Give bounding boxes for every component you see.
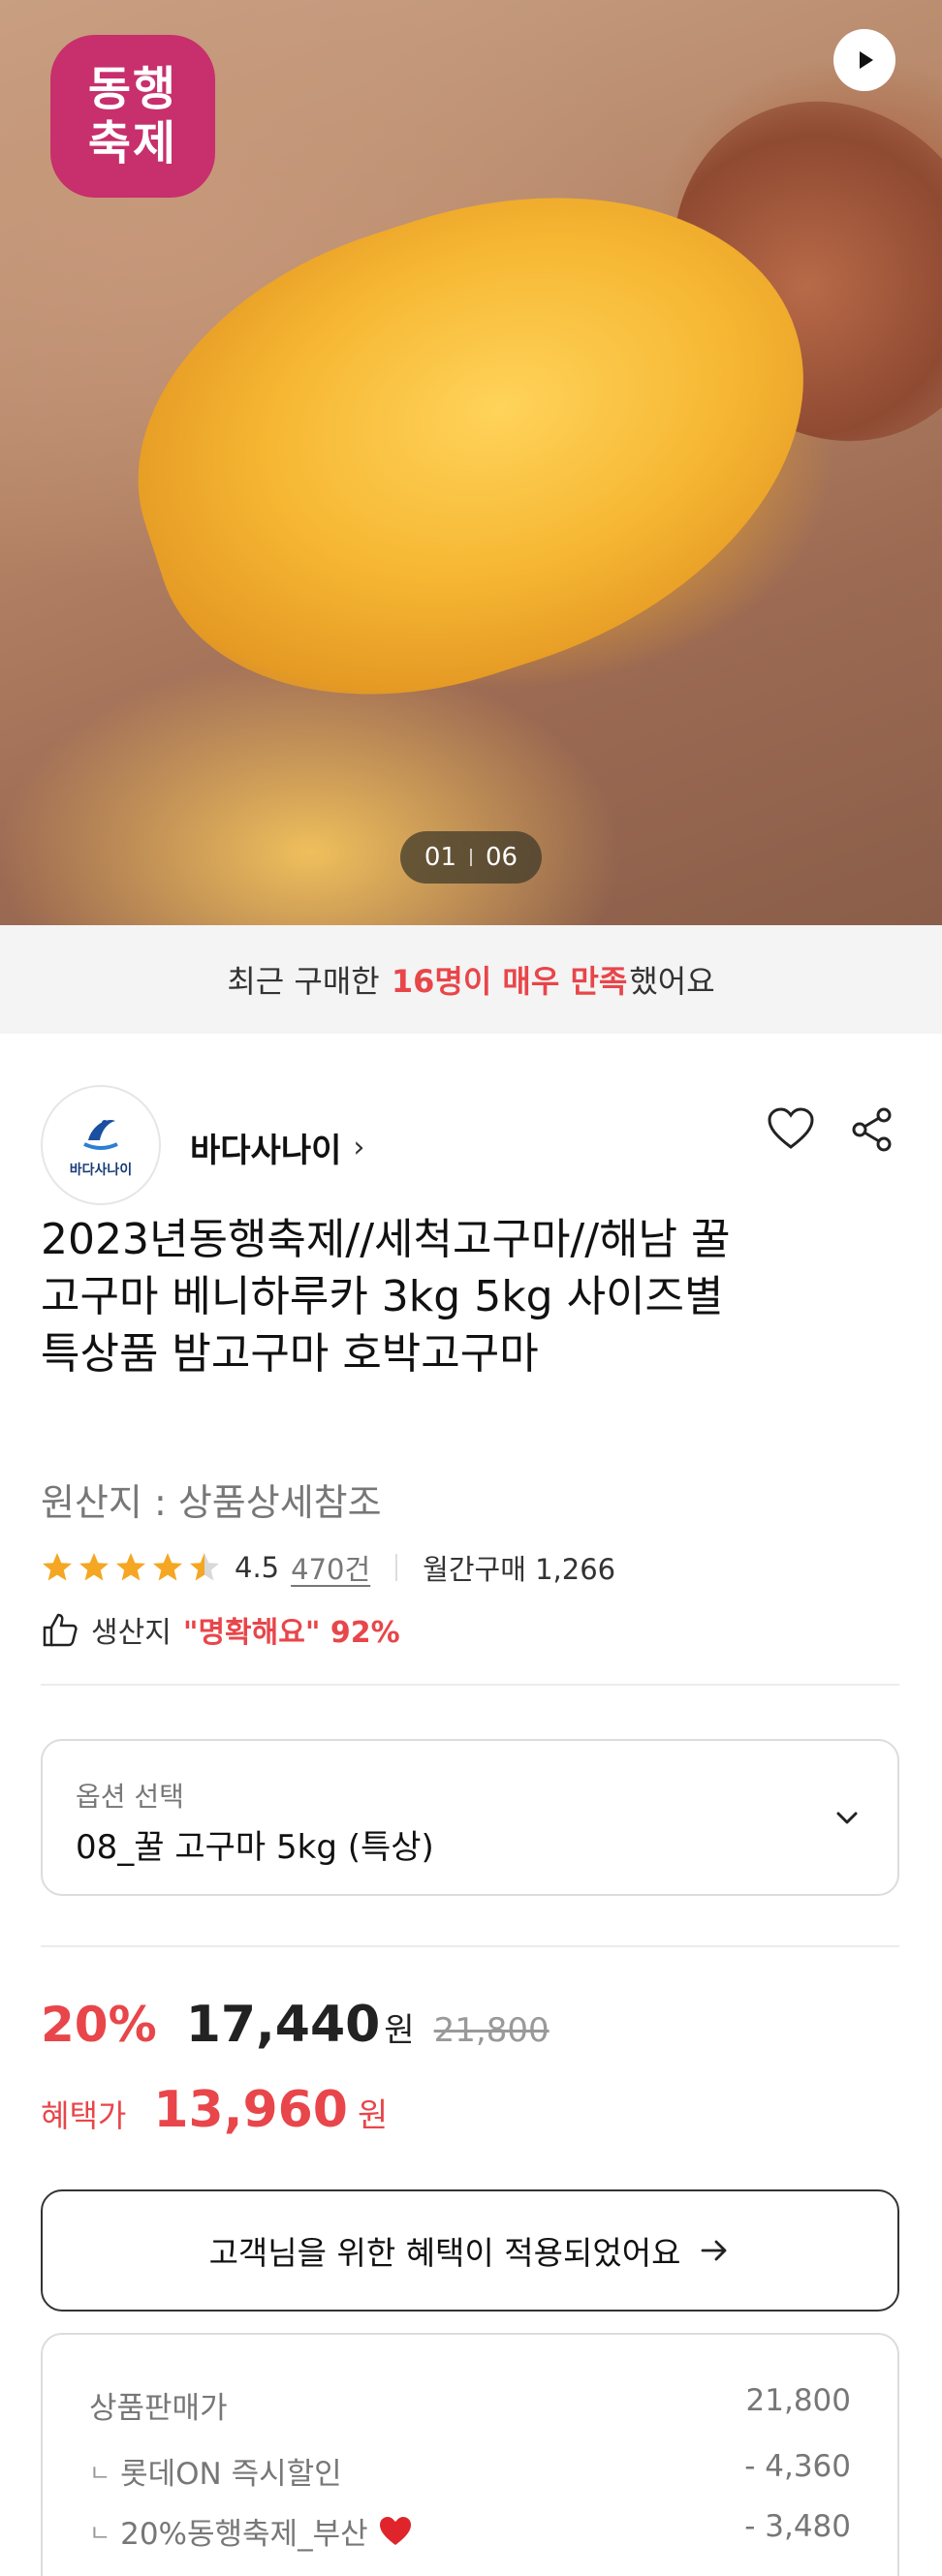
price-breakdown: 상품판매가 21,800 ㄴ 롯데ON 즉시할인 - 4,360 ㄴ 20%동행… [41,2333,899,2576]
satisfaction-suffix: 했어요 [629,963,715,1000]
original-price: 21,800 [433,2011,550,2050]
pager-current: 01 [424,843,456,872]
red-heart-icon [379,2516,411,2545]
review-count-link[interactable]: 470건 [291,1547,370,1588]
product-image-carousel[interactable]: 동행 축제 01 06 [0,0,942,925]
benefit-price-unit: 원 [358,2096,389,2135]
seller-name: 바다사나이 [190,1132,342,1170]
indent-corner-icon: ㄴ [89,2460,111,2487]
discount-rate: 20% [41,1997,157,2053]
seller-logo-mark-icon [83,1119,118,1150]
production-highlight: "명확해요" 92% [182,1616,400,1650]
seller-logo[interactable]: 바다사나이 [41,1085,161,1205]
star-icon [79,1553,109,1581]
breakdown-value: - 3,480 [744,2509,851,2544]
breakdown-label: 20%동행축제_부산 [120,2517,368,2552]
rating-value: 4.5 [235,1551,280,1584]
sale-price: 17,440 [185,1996,381,2054]
thumbs-up-icon [43,1613,78,1647]
rating-row: 4.5 470건 월간구매 1,266 [41,1545,615,1590]
indent-corner-icon: ㄴ [89,2520,111,2547]
chevron-down-icon [836,1812,858,1824]
seller-store-link[interactable]: 바다사나이 › [190,1124,364,1171]
arrow-right-icon [702,2240,727,2261]
satisfaction-highlight: 16명이 매우 만족 [391,963,628,1000]
breakdown-row: ㄴ 20%동행축제_부산 - 3,480 [89,2509,851,2553]
breakdown-label: 상품판매가 [89,2391,228,2426]
satisfaction-prefix: 최근 구매한 [227,963,380,1000]
breakdown-row: ㄴ 롯데ON 즉시할인 - 4,360 [89,2449,851,2493]
festival-badge-line2: 축제 [87,116,178,171]
monthly-purchase: 월간구매 1,266 [423,1553,616,1586]
benefit-price-label: 혜택가 [41,2097,127,2134]
rating-stars [41,1551,221,1584]
pager-separator [470,849,472,866]
benefit-price: 13,960 [153,2081,348,2139]
price-row: 20% 17,440 원 21,800 [41,1996,550,2060]
wishlist-heart-icon[interactable] [766,1104,816,1155]
star-icon [190,1553,219,1581]
play-icon [860,51,873,69]
breakdown-row: 상품판매가 21,800 [89,2383,851,2427]
breakdown-label: 롯데ON 즉시할인 [120,2457,342,2492]
seller-logo-text: 바다사나이 [69,1163,133,1178]
festival-badge: 동행 축제 [50,35,215,198]
option-label: 옵션 선택 [76,1781,184,1813]
breakdown-value: - 4,360 [744,2449,851,2484]
pager-total: 06 [486,843,518,872]
chevron-right-icon: › [353,1131,365,1164]
benefit-applied-button[interactable]: 고객님을 위한 혜택이 적용되었어요 [41,2189,899,2312]
product-title: 2023년동행축제//세척고구마//해남 꿀고구마 베니하루카 3kg 5kg … [41,1215,731,1379]
image-pager: 01 06 [400,831,542,884]
star-icon [153,1553,182,1581]
benefit-applied-label: 고객님을 위한 혜택이 적용되었어요 [208,2234,681,2272]
divider [41,1684,899,1686]
option-value: 08_꿀 고구마 5kg (특상) [76,1828,434,1867]
option-select[interactable]: 옵션 선택 08_꿀 고구마 5kg (특상) [41,1739,899,1896]
festival-badge-line1: 동행 [87,62,178,116]
video-play-button[interactable] [833,29,895,91]
divider [41,1945,899,1947]
production-review-row: 생산지 "명확해요" 92% [41,1608,400,1651]
rating-divider [395,1554,398,1581]
star-icon [43,1553,72,1581]
satisfaction-banner: 최근 구매한 16명이 매우 만족 했어요 [0,925,942,1034]
share-icon[interactable] [849,1106,895,1153]
product-origin: 원산지 : 상품상세참조 [41,1481,382,1524]
production-label: 생산지 [91,1616,172,1650]
sale-price-unit: 원 [384,2011,415,2050]
star-icon [116,1553,145,1581]
breakdown-value: 21,800 [745,2383,851,2418]
benefit-price-row: 혜택가 13,960 원 [41,2081,388,2145]
